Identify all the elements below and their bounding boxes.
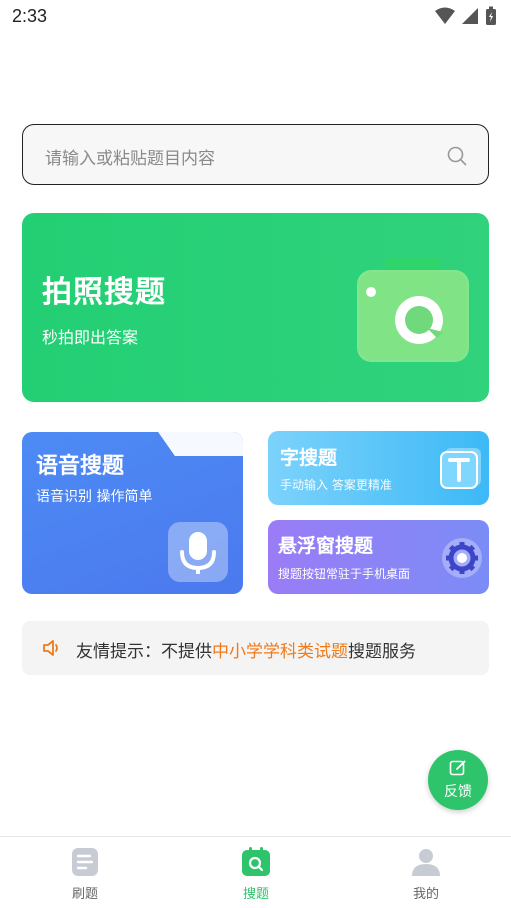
feedback-label: 反馈 xyxy=(444,784,472,800)
text-search-card[interactable]: 字搜题 手动输入 答案更精准 xyxy=(268,431,489,505)
user-icon xyxy=(412,849,440,876)
feedback-button[interactable]: 反馈 xyxy=(428,750,488,810)
voice-search-card[interactable]: 语音搜题 语音识别 操作简单 xyxy=(22,432,243,594)
camera-icon xyxy=(357,258,469,362)
tab-label: 搜题 xyxy=(242,887,269,902)
photo-search-title: 拍照搜题 xyxy=(42,275,166,310)
tip-prefix: 友情提示：不提供 xyxy=(76,642,212,662)
document-icon xyxy=(72,848,98,876)
tab-label: 刷题 xyxy=(71,887,98,902)
tip-suffix: 搜题服务 xyxy=(348,642,416,662)
card-decoration xyxy=(151,432,243,456)
voice-search-subtitle: 语音识别 操作简单 xyxy=(36,489,153,505)
battery-icon xyxy=(486,6,496,25)
tab-practice[interactable]: 刷题 xyxy=(35,847,135,907)
tab-label: 我的 xyxy=(412,887,439,902)
wifi-icon xyxy=(435,7,455,24)
status-time: 2:33 xyxy=(12,6,48,26)
voice-search-title: 语音搜题 xyxy=(36,454,125,479)
text-icon xyxy=(440,448,481,489)
microphone-icon xyxy=(168,522,228,582)
bottom-tab-bar: 刷题 搜题 我的 xyxy=(0,836,511,908)
search-placeholder: 请输入或粘贴题目内容 xyxy=(45,149,215,169)
speaker-icon xyxy=(43,640,58,656)
tip-banner: 友情提示：不提供中小学学科类试题搜题服务 xyxy=(22,621,489,675)
text-search-title: 字搜题 xyxy=(280,447,338,469)
floating-window-search-card[interactable]: 悬浮窗搜题 搜题按钮常驻于手机桌面 xyxy=(268,520,489,594)
text-search-subtitle: 手动输入 答案更精准 xyxy=(280,478,392,492)
search-input[interactable]: 请输入或粘贴题目内容 xyxy=(22,124,489,185)
floating-window-search-subtitle: 搜题按钮常驻于手机桌面 xyxy=(278,567,411,581)
floating-window-search-title: 悬浮窗搜题 xyxy=(278,535,374,557)
photo-search-card[interactable]: 拍照搜题 秒拍即出答案 xyxy=(22,213,489,402)
tip-highlight: 中小学学科类试题 xyxy=(212,642,348,662)
edit-icon xyxy=(449,760,466,776)
status-icons xyxy=(435,6,497,26)
search-icon[interactable] xyxy=(446,145,468,167)
tab-search[interactable]: 搜题 xyxy=(206,847,306,907)
photo-search-subtitle: 秒拍即出答案 xyxy=(42,328,139,347)
search-calendar-icon xyxy=(242,847,270,876)
status-bar: 2:33 xyxy=(0,0,511,34)
gear-icon xyxy=(442,538,482,578)
tab-profile[interactable]: 我的 xyxy=(376,847,476,907)
tip-text: 友情提示：不提供中小学学科类试题搜题服务 xyxy=(76,637,416,662)
signal-icon xyxy=(462,8,478,24)
